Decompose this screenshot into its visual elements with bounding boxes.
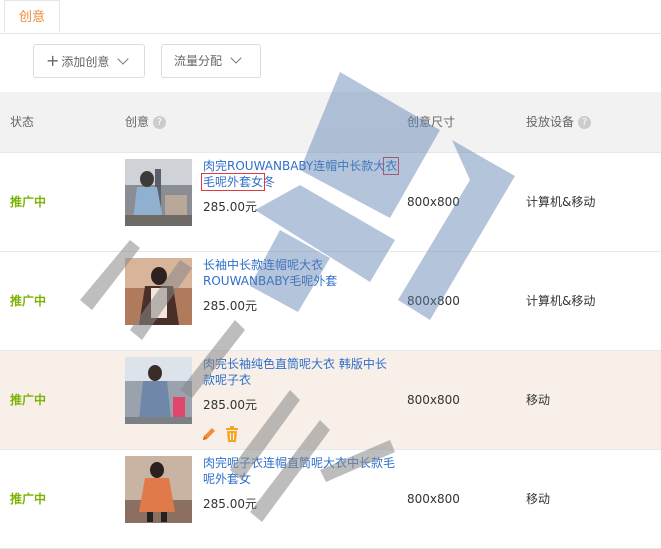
traffic-allocation-label: 流量分配	[174, 54, 223, 68]
help-icon[interactable]: ?	[153, 116, 167, 129]
add-creative-label: 添加创意	[61, 55, 110, 69]
price: 285.00元	[203, 200, 257, 214]
product-thumbnail[interactable]	[125, 258, 192, 325]
table-row: 推广中 肉完呢子衣连帽直筒呢大衣中长款毛呢外套女 285.00元 800x800…	[0, 450, 661, 549]
traffic-allocation-button[interactable]: 流量分配	[161, 44, 261, 78]
product-thumbnail[interactable]	[125, 456, 192, 523]
table-row: 推广中 肉完ROUWANBABY连帽中长款大衣毛呢外套女冬 285.00元 80…	[0, 153, 661, 252]
title-text: 肉完ROUWANBABY连帽中长款大	[203, 159, 386, 173]
price: 285.00元	[203, 299, 257, 313]
column-creative-label: 创意	[125, 115, 150, 129]
edit-icon[interactable]	[201, 426, 217, 442]
creative-size: 800x800	[407, 393, 460, 407]
status-badge: 推广中	[10, 393, 47, 407]
price: 285.00元	[203, 398, 257, 412]
device: 移动	[526, 492, 551, 506]
add-creative-button[interactable]: + 添加创意	[33, 44, 145, 78]
column-device-label: 投放设备	[526, 115, 575, 129]
creative-size: 800x800	[407, 195, 460, 209]
device: 移动	[526, 393, 551, 407]
chevron-down-icon	[230, 52, 242, 64]
creative-title-link[interactable]: 肉完ROUWANBABY连帽中长款大衣毛呢外套女冬	[200, 157, 400, 191]
status-badge: 推广中	[10, 492, 47, 506]
price: 285.00元	[203, 497, 257, 511]
chevron-down-icon	[117, 53, 130, 65]
delete-icon[interactable]	[225, 426, 239, 442]
device: 计算机&移动	[526, 294, 596, 308]
column-status: 状态	[10, 115, 35, 129]
product-thumbnail[interactable]	[125, 159, 192, 226]
help-icon[interactable]: ?	[578, 116, 592, 129]
column-device: 投放设备?	[526, 92, 592, 152]
device: 计算机&移动	[526, 195, 596, 209]
creative-size: 800x800	[407, 294, 460, 308]
table-header: 状态 创意? 创意尺寸 投放设备?	[0, 92, 661, 153]
status-badge: 推广中	[10, 294, 47, 308]
creative-title-link[interactable]: 肉完呢子衣连帽直筒呢大衣中长款毛呢外套女	[203, 455, 398, 487]
status-badge: 推广中	[10, 195, 47, 209]
creative-title-link[interactable]: 长袖中长款连帽呢大衣ROUWANBABY毛呢外套	[203, 257, 398, 289]
product-thumbnail[interactable]	[125, 357, 192, 424]
table-row: 推广中 肉完长袖纯色直筒呢大衣 韩版中长款呢子衣 285.00元 800x800…	[0, 351, 661, 450]
column-creative: 创意?	[125, 92, 167, 152]
creative-title-link[interactable]: 肉完长袖纯色直筒呢大衣 韩版中长款呢子衣	[203, 356, 398, 388]
plus-icon: +	[46, 51, 60, 70]
title-text: 冬	[263, 175, 276, 189]
tab-bar: 创意	[0, 0, 661, 34]
column-size: 创意尺寸	[407, 115, 456, 129]
tab-creative[interactable]: 创意	[4, 0, 60, 33]
table-row: 推广中 长袖中长款连帽呢大衣ROUWANBABY毛呢外套 285.00元 800…	[0, 252, 661, 351]
row-actions	[201, 426, 239, 445]
creative-size: 800x800	[407, 492, 460, 506]
